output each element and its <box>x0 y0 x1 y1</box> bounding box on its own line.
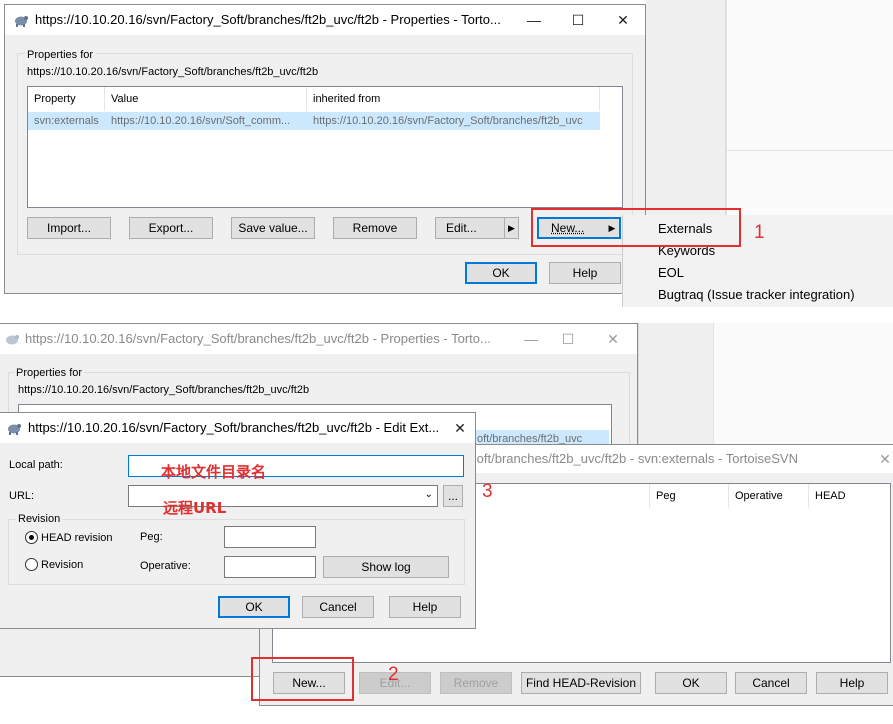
head-revision-label: HEAD revision <box>41 532 113 544</box>
ok-button[interactable]: OK <box>218 596 290 618</box>
window-title: https://10.10.20.16/svn/Factory_Soft/bra… <box>25 331 491 346</box>
edit-externals-dialog: https://10.10.20.16/svn/Factory_Soft/bra… <box>0 412 476 629</box>
row-value: https://10.10.20.16/svn/Soft_comm... <box>111 115 291 127</box>
revision-group-label: Revision <box>16 513 63 525</box>
maximize-icon[interactable]: ☐ <box>567 9 589 31</box>
edit-split-button[interactable]: Edit... ▶ <box>435 217 519 239</box>
close-icon[interactable]: ✕ <box>874 448 893 470</box>
annotation-box-2 <box>251 657 354 701</box>
remove-button[interactable]: Remove <box>440 672 512 694</box>
background-window-bottom-right2 <box>713 323 893 453</box>
local-path-label: Local path: <box>9 459 63 471</box>
peg-label: Peg: <box>140 531 163 543</box>
background-window-edge <box>646 0 726 215</box>
export-button[interactable]: Export... <box>129 217 213 239</box>
properties-list[interactable]: Property Value inherited from svn:extern… <box>27 86 623 208</box>
properties-window-top: https://10.10.20.16/svn/Factory_Soft/bra… <box>4 4 646 294</box>
revision-label: Revision <box>41 559 84 571</box>
minimize-icon[interactable]: — <box>520 328 542 350</box>
column-value[interactable]: Value <box>105 87 307 111</box>
close-icon[interactable]: ✕ <box>602 328 624 350</box>
properties-for-label: Properties for <box>25 49 96 61</box>
column-head[interactable]: HEAD <box>809 484 890 508</box>
minimize-icon[interactable]: — <box>523 9 545 31</box>
cancel-button[interactable]: Cancel <box>735 672 807 694</box>
save-value-button[interactable]: Save value... <box>231 217 315 239</box>
annotation-box-1 <box>531 208 741 247</box>
peg-input[interactable] <box>224 526 316 548</box>
url-label: URL: <box>9 490 35 502</box>
properties-path: https://10.10.20.16/svn/Factory_Soft/bra… <box>27 66 319 78</box>
menu-item-eol[interactable]: EOL <box>658 265 684 280</box>
column-inherited-from[interactable]: inherited from <box>307 87 600 111</box>
ok-button[interactable]: OK <box>465 262 537 284</box>
show-log-button[interactable]: Show log <box>323 556 449 578</box>
annotation-number-3: 3 <box>482 481 493 502</box>
operative-input[interactable] <box>224 556 316 578</box>
operative-label: Operative: <box>140 560 191 572</box>
find-head-revision-button[interactable]: Find HEAD-Revision <box>521 672 641 694</box>
column-peg[interactable]: Peg <box>649 484 729 508</box>
revision-radio[interactable] <box>25 558 38 571</box>
remove-button[interactable]: Remove <box>333 217 417 239</box>
background-window-right <box>726 0 893 215</box>
edit-button-label: Edit... <box>446 221 477 235</box>
title-bar[interactable]: https://10.10.20.16/svn/Factory_Soft/bra… <box>0 413 475 443</box>
column-operative[interactable]: Operative <box>729 484 809 508</box>
head-revision-radio[interactable] <box>25 531 38 544</box>
title-bar[interactable]: https://10.10.20.16/svn/Factory_Soft/bra… <box>0 324 637 354</box>
ok-button[interactable]: OK <box>655 672 727 694</box>
window-title: https://10.10.20.16/svn/Factory_Soft/bra… <box>28 420 440 435</box>
browse-button[interactable]: ... <box>443 485 463 507</box>
maximize-icon[interactable]: ☐ <box>557 328 579 350</box>
annotation-local-path-hint: 本地文件目录名 <box>161 463 267 481</box>
background-divider <box>726 150 893 151</box>
annotation-number-2: 2 <box>388 664 399 685</box>
cancel-button[interactable]: Cancel <box>302 596 374 618</box>
menu-item-bugtraq[interactable]: Bugtraq (Issue tracker integration) <box>658 287 855 302</box>
title-bar[interactable]: https://10.10.20.16/svn/Factory_Soft/bra… <box>5 5 645 35</box>
properties-path: https://10.10.20.16/svn/Factory_Soft/bra… <box>18 384 310 396</box>
split-arrow-icon[interactable]: ▶ <box>504 218 518 238</box>
tortoise-icon <box>8 424 21 435</box>
tortoise-icon <box>15 16 28 27</box>
properties-for-label: Properties for <box>14 367 85 379</box>
column-property[interactable]: Property <box>28 87 105 111</box>
close-icon[interactable]: ✕ <box>449 417 471 439</box>
import-button[interactable]: Import... <box>27 217 111 239</box>
help-button[interactable]: Help <box>549 262 621 284</box>
background-window-bottom-right <box>638 323 713 453</box>
chevron-down-icon[interactable]: ⌄ <box>425 489 433 500</box>
annotation-url-hint: 远程URL <box>163 499 227 517</box>
window-title: Soft/branches/ft2b_uvc/ft2b - svn:extern… <box>468 451 798 466</box>
row-property: svn:externals <box>34 115 99 127</box>
close-icon[interactable]: ✕ <box>612 9 634 31</box>
row-inherited-from: https://10.10.20.16/svn/Factory_Soft/bra… <box>313 115 583 127</box>
tortoise-icon <box>6 335 19 345</box>
annotation-number-1: 1 <box>754 222 765 243</box>
help-button[interactable]: Help <box>389 596 461 618</box>
help-button[interactable]: Help <box>816 672 888 694</box>
window-title: https://10.10.20.16/svn/Factory_Soft/bra… <box>35 12 501 27</box>
